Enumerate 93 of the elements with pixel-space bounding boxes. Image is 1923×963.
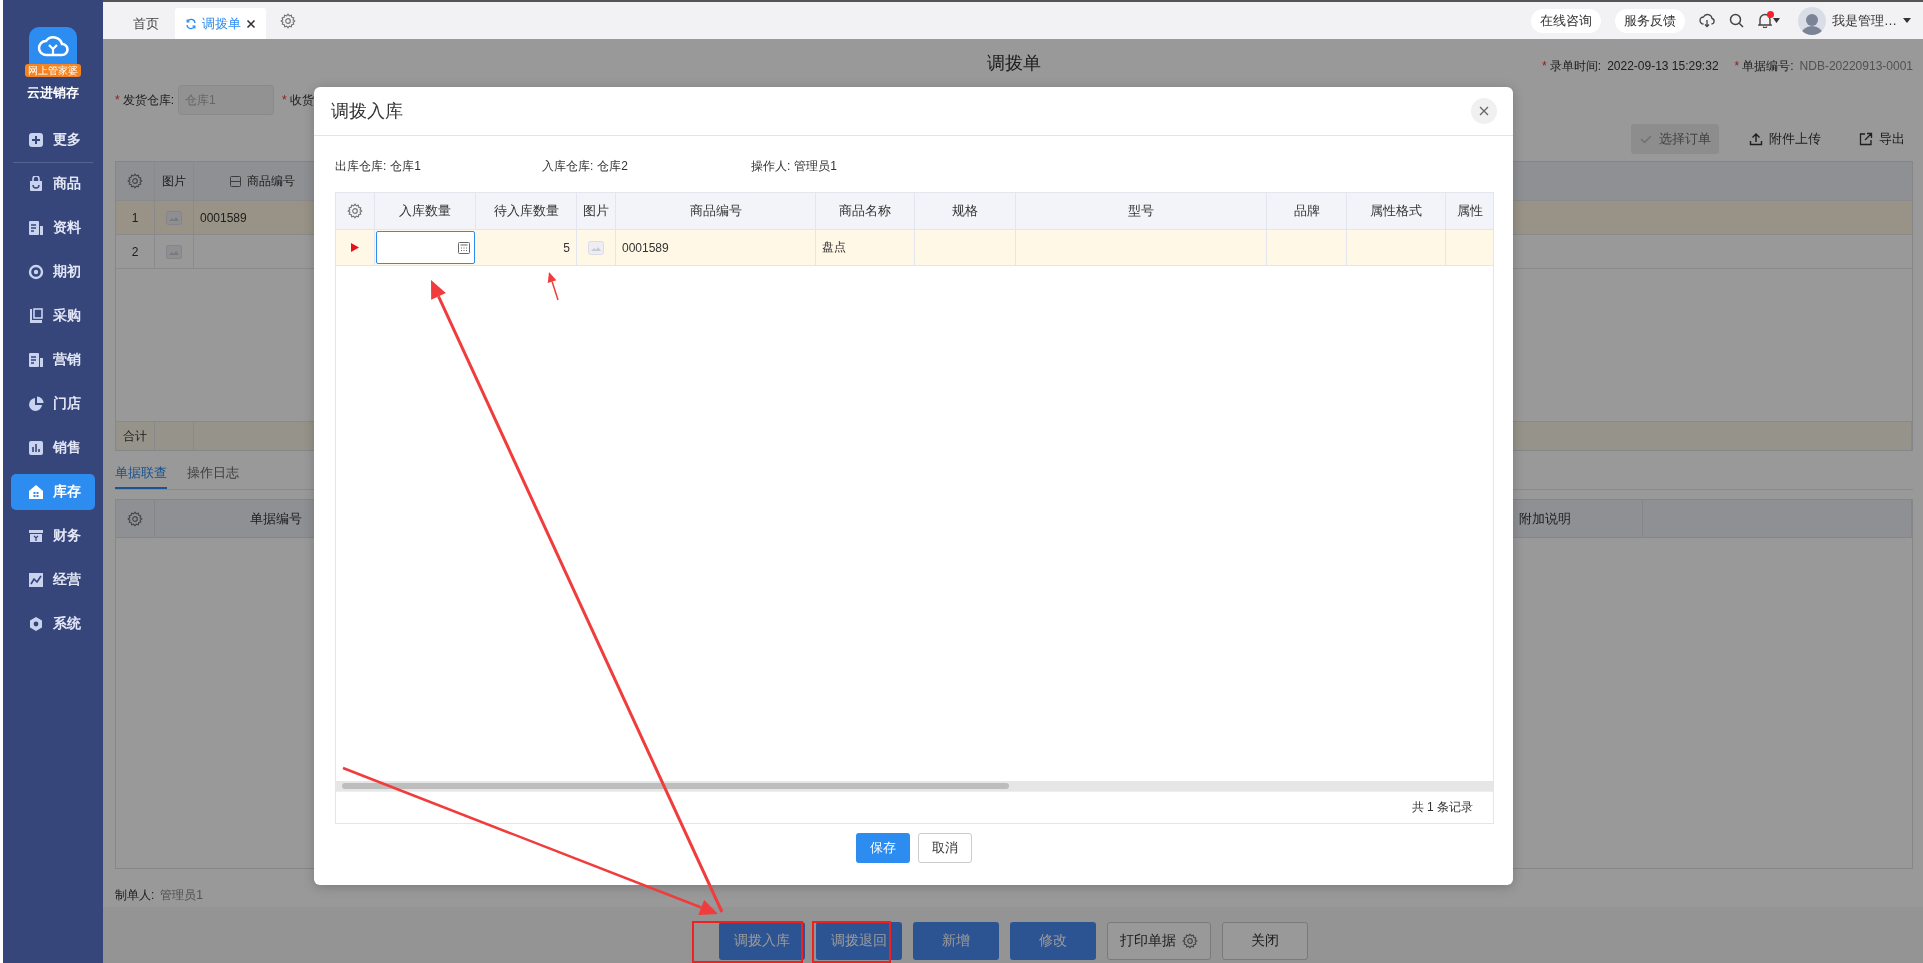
action-button[interactable]: 关闭	[1221, 922, 1308, 960]
field-value: 2022-09-13 15:29:32	[1607, 59, 1719, 73]
table-cell: 5	[476, 230, 577, 265]
page-title: 调拨单	[987, 52, 1041, 75]
column-header: 商品编号	[616, 193, 816, 229]
required-mark: *	[115, 93, 120, 107]
tab[interactable]: 首页	[123, 8, 169, 39]
ring-icon	[28, 264, 44, 280]
table-cell: 0001589	[616, 230, 816, 265]
column-icon	[230, 175, 241, 187]
column-header: 图片	[577, 193, 616, 229]
column-header: 品牌	[1267, 193, 1347, 229]
column-header: 待入库数量	[476, 193, 577, 229]
avatar[interactable]	[1798, 6, 1826, 35]
column-header: 图片	[155, 162, 194, 200]
logo-badge: 网上管家婆	[25, 64, 81, 77]
field-value: 管理员1	[794, 159, 838, 173]
header-link[interactable]: 服务反馈	[1615, 8, 1685, 33]
toolbar-button[interactable]: 导出	[1851, 124, 1913, 154]
settings-icon[interactable]	[280, 12, 296, 29]
sidebar-item[interactable]: 期初	[11, 254, 95, 290]
sidebar-item[interactable]: 商品	[11, 166, 95, 202]
sidebar-item[interactable]: 财务	[11, 518, 95, 554]
document-icon	[28, 220, 44, 236]
table-row[interactable]: 5 0001589 盘点	[336, 230, 1493, 266]
user-name[interactable]: 我是管理…	[1832, 11, 1897, 30]
caret-icon[interactable]	[1903, 18, 1911, 23]
required-mark: *	[1542, 59, 1547, 73]
column-header: 属性	[1446, 193, 1493, 229]
cancel-button[interactable]: 取消	[917, 833, 972, 863]
cloud-download-icon[interactable]	[1699, 13, 1715, 28]
column-header: 规格	[915, 193, 1016, 229]
plus-square-icon	[28, 132, 44, 148]
field-label: 单据编号:	[1742, 59, 1794, 73]
close-button[interactable]	[1471, 98, 1497, 124]
field-label: 录单时间:	[1549, 59, 1602, 73]
table-cell: 0001589	[200, 210, 247, 225]
dialog-title: 调拨入库	[331, 100, 403, 123]
search-icon[interactable]	[1729, 13, 1744, 28]
settings-icon[interactable]	[1181, 933, 1198, 949]
field-label: 操作人:	[751, 159, 791, 173]
sidebar-item[interactable]: 采购	[11, 298, 95, 334]
row-number: 2	[116, 235, 155, 268]
archive-icon	[28, 528, 44, 544]
upload-icon	[1749, 132, 1763, 146]
sidebar-item[interactable]: 营销	[11, 342, 95, 378]
row-number: 1	[116, 201, 155, 234]
calculator-icon[interactable]	[458, 241, 470, 254]
export-icon	[1859, 132, 1873, 146]
action-button[interactable]: 打印单据	[1106, 922, 1211, 960]
column-header: 属性格式	[1347, 193, 1446, 229]
close-icon	[1479, 106, 1489, 116]
field-label: 出库仓库:	[335, 159, 387, 173]
header-link[interactable]: 在线咨询	[1531, 8, 1601, 33]
field-label: 发货仓库:	[122, 91, 174, 109]
bar-chart-icon	[28, 440, 44, 456]
field-label: 入库仓库:	[542, 159, 594, 173]
line-chart-icon	[28, 572, 44, 588]
hexagon-icon	[28, 616, 44, 632]
sidebar-item[interactable]: 门店	[11, 386, 95, 422]
record-count: 共 1 条记录	[1411, 799, 1473, 816]
pie-chart-icon	[28, 396, 44, 412]
toolbar-button[interactable]: 附件上传	[1741, 124, 1829, 154]
required-mark: *	[1734, 59, 1740, 73]
sidebar-item[interactable]: 更多	[11, 122, 95, 158]
house-icon	[28, 484, 44, 500]
column-header: 商品名称	[816, 193, 915, 229]
tab[interactable]: 调拨单	[175, 8, 266, 39]
sidebar-item[interactable]: 销售	[11, 430, 95, 466]
field-label: 收货	[289, 91, 314, 109]
field-value: NDB-20220913-0001	[1799, 59, 1913, 73]
quantity-field[interactable]	[376, 231, 475, 264]
table-cell: 盘点	[816, 230, 915, 265]
field-label: 制单人:	[115, 888, 155, 902]
sidebar-item[interactable]: 经营	[11, 562, 95, 598]
column-header: 型号	[1016, 193, 1267, 229]
sidebar-item[interactable]: 系统	[11, 606, 95, 642]
sidebar-item[interactable]: 资料	[11, 210, 95, 246]
current-row-icon	[351, 243, 359, 252]
app-name: 云进销存	[27, 84, 79, 102]
field-value: 仓库1	[390, 159, 422, 173]
refresh-icon	[185, 17, 197, 30]
field-value: 仓库2	[597, 159, 629, 173]
bag-icon	[28, 176, 44, 192]
required-mark: *	[282, 93, 287, 107]
tab[interactable]: 操作日志	[187, 459, 239, 489]
caret-icon[interactable]	[1773, 18, 1780, 23]
total-label: 合计	[116, 422, 155, 450]
bell-icon[interactable]	[1758, 13, 1772, 28]
close-icon[interactable]	[246, 18, 256, 29]
column-header: 入库数量	[375, 193, 476, 229]
document-icon	[28, 352, 44, 368]
check-icon	[1639, 132, 1653, 146]
